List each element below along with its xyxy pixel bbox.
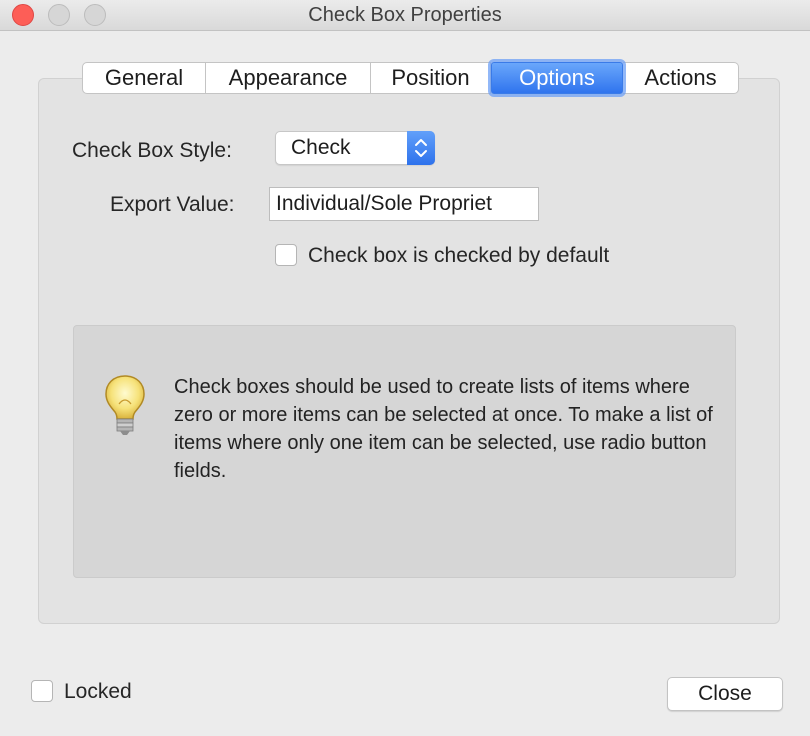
tab-actions[interactable]: Actions: [623, 62, 739, 94]
check-box-style-select[interactable]: Check: [275, 131, 435, 165]
lightbulb-icon: [105, 375, 145, 435]
window-title: Check Box Properties: [308, 4, 502, 26]
default-checked-label: Check box is checked by default: [308, 244, 610, 267]
export-value-label: Export Value:: [110, 193, 235, 216]
tab-general[interactable]: General: [82, 62, 206, 94]
default-checked-checkbox[interactable]: [275, 244, 297, 266]
locked-label: Locked: [64, 680, 132, 703]
tab-options[interactable]: Options: [491, 62, 623, 94]
check-box-style-label: Check Box Style:: [72, 139, 232, 162]
check-box-style-value: Check: [291, 136, 351, 159]
tab-position[interactable]: Position: [371, 62, 491, 94]
chevron-up-down-icon: [407, 131, 435, 165]
export-value-input[interactable]: [269, 187, 539, 221]
tab-bar: General Appearance Position Options Acti…: [82, 62, 739, 96]
info-text: Check boxes should be used to create lis…: [174, 376, 713, 482]
locked-checkbox[interactable]: [31, 680, 53, 702]
info-box: Check boxes should be used to create lis…: [73, 325, 736, 578]
title-bar: Check Box Properties: [0, 0, 810, 31]
close-button[interactable]: Close: [667, 677, 783, 711]
tab-appearance[interactable]: Appearance: [206, 62, 371, 94]
